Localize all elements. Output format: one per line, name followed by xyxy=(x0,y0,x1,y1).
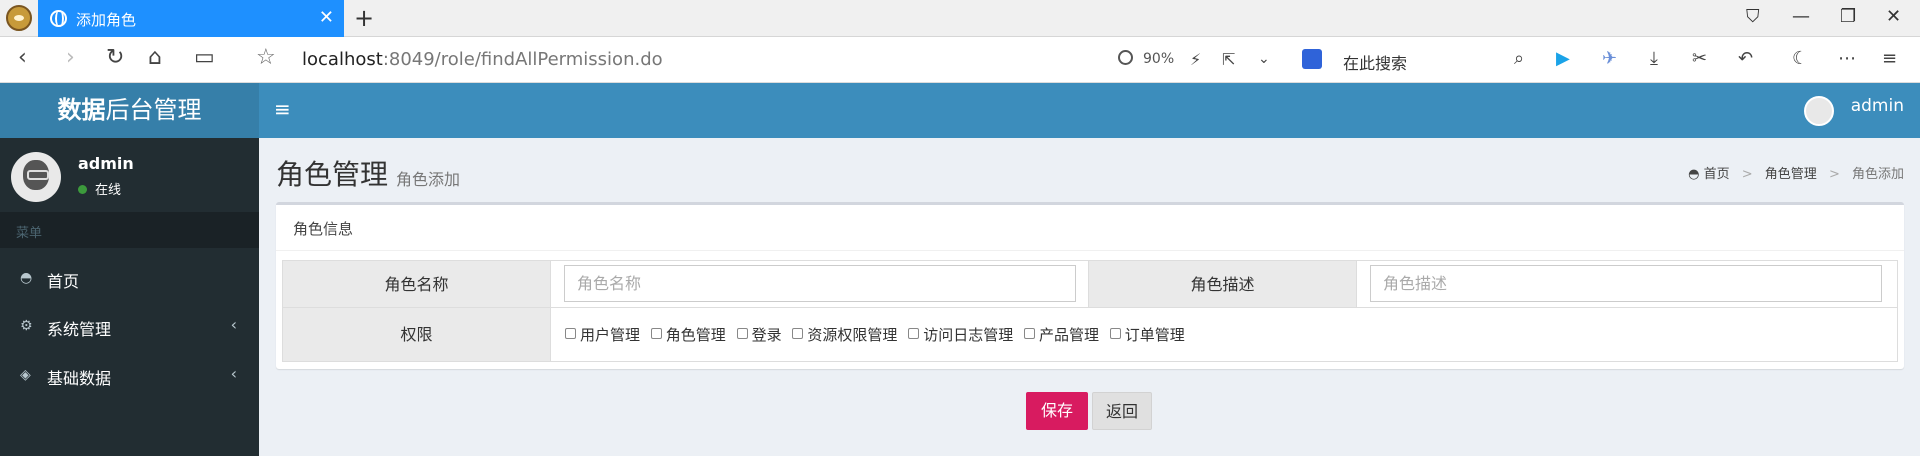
zoom-icon[interactable] xyxy=(1118,50,1133,65)
search-icon[interactable]: ⌕ xyxy=(1514,48,1524,69)
role-desc-input[interactable] xyxy=(1370,265,1882,302)
role-name-label: 角色名称 xyxy=(283,261,551,308)
permission-checkbox[interactable] xyxy=(1023,328,1035,339)
address-bar: ‹ › ↻ ⌂ ▭ ☆ localhost:8049/role/findAllP… xyxy=(0,37,1920,83)
role-form-box: 角色信息 角色名称 角色描述 权限 用户管理 角色管理 登录 资源权限管理 访问… xyxy=(276,202,1904,369)
bird-icon[interactable]: ✈ xyxy=(1602,48,1617,69)
role-name-cell xyxy=(551,261,1089,308)
sidebar: admin 在线 菜单 ◓ 首页 ⚙ 系统管理 ‹ ◈ 基础数据 ‹ xyxy=(0,138,259,456)
permission-checkbox[interactable] xyxy=(792,328,804,339)
video-icon[interactable]: ▶ xyxy=(1556,48,1570,69)
menu-header: 菜单 xyxy=(0,212,259,248)
reader-icon[interactable]: ▭ xyxy=(194,45,215,70)
user-status: 在线 xyxy=(78,179,121,198)
breadcrumb-home[interactable]: 首页 xyxy=(1704,167,1730,182)
permission-checkbox[interactable] xyxy=(736,328,748,339)
sidebar-item-system[interactable]: ⚙ 系统管理 ‹ xyxy=(0,302,259,350)
app-logo[interactable]: 数据后台管理 xyxy=(0,83,259,138)
breadcrumb-current: 角色添加 xyxy=(1851,167,1904,182)
breadcrumb: ◓ 首页 > 角色管理 > 角色添加 xyxy=(1688,167,1904,182)
browser-tab[interactable]: 添加角色 ✕ xyxy=(38,0,344,37)
bolt-icon[interactable]: ⚡ xyxy=(1190,50,1201,69)
cube-icon: ◈ xyxy=(20,367,31,383)
role-name-input[interactable] xyxy=(564,265,1076,302)
permission-checkbox[interactable] xyxy=(908,328,920,339)
app-header: 数据后台管理 ≡ admin xyxy=(0,83,1920,138)
back-icon[interactable]: ‹ xyxy=(18,45,27,70)
dashboard-icon: ◓ xyxy=(1688,167,1704,182)
role-desc-cell xyxy=(1357,261,1897,308)
page-subtitle: 角色添加 xyxy=(396,170,461,189)
user-avatar xyxy=(11,152,61,202)
online-dot-icon xyxy=(78,185,87,194)
home-icon[interactable]: ⌂ xyxy=(148,45,162,70)
avatar[interactable] xyxy=(1804,96,1834,126)
download-icon[interactable]: ⤓ xyxy=(1650,48,1658,69)
browser-search-input[interactable]: 在此搜索 xyxy=(1343,50,1407,74)
role-desc-label: 角色描述 xyxy=(1089,261,1357,308)
permission-checkbox[interactable] xyxy=(565,328,576,339)
forward-icon[interactable]: › xyxy=(66,45,75,70)
chevron-left-icon: ‹ xyxy=(230,364,237,383)
url-field[interactable]: localhost:8049/role/findAllPermission.do xyxy=(302,49,663,70)
menu-icon[interactable]: ≡ xyxy=(1882,48,1897,69)
shirt-icon[interactable]: ⛉ xyxy=(1746,6,1760,27)
form-table: 角色名称 角色描述 权限 用户管理 角色管理 登录 资源权限管理 访问日志管理 … xyxy=(282,260,1898,362)
sidebar-item-home[interactable]: ◓ 首页 xyxy=(0,254,259,302)
permission-checkbox[interactable] xyxy=(650,328,662,339)
save-button[interactable]: 保存 xyxy=(1026,392,1088,430)
star-icon[interactable]: ☆ xyxy=(256,45,276,70)
globe-icon xyxy=(50,10,67,27)
more-icon[interactable]: ⋯ xyxy=(1838,48,1856,69)
page-title: 角色管理 xyxy=(276,158,389,191)
reload-icon[interactable]: ↻ xyxy=(106,45,124,70)
moon-icon[interactable]: ☾ xyxy=(1792,48,1808,69)
header-username[interactable]: admin xyxy=(1851,96,1904,116)
dashboard-icon: ◓ xyxy=(20,270,33,286)
share-icon[interactable]: ⇱ xyxy=(1222,50,1235,69)
permission-checkbox[interactable] xyxy=(1109,328,1121,339)
back-button[interactable]: 返回 xyxy=(1092,392,1152,430)
chevron-left-icon: ‹ xyxy=(230,315,237,334)
browser-tabstrip: 添加角色 ✕ + ⛉ — ❐ ✕ xyxy=(0,0,1920,37)
sidebar-toggle-icon[interactable]: ≡ xyxy=(274,97,291,121)
cogs-icon: ⚙ xyxy=(20,318,33,334)
new-tab-icon[interactable]: + xyxy=(354,4,374,32)
sidebar-username: admin xyxy=(78,154,134,173)
scissors-icon[interactable]: ✂ xyxy=(1692,48,1707,69)
zoom-level: 90% xyxy=(1143,51,1175,67)
close-window-icon[interactable]: ✕ xyxy=(1886,6,1901,27)
content-header: 角色管理 角色添加 ◓ 首页 > 角色管理 > 角色添加 xyxy=(259,138,1920,198)
box-title: 角色信息 xyxy=(293,220,354,238)
restore-icon[interactable]: ❐ xyxy=(1840,6,1856,27)
user-panel: admin 在线 xyxy=(0,138,259,212)
chevron-down-icon[interactable]: ⌄ xyxy=(1258,51,1270,67)
sidebar-item-basedata[interactable]: ◈ 基础数据 ‹ xyxy=(0,351,259,399)
divider xyxy=(276,250,1904,251)
minimize-icon[interactable]: — xyxy=(1792,6,1810,27)
permission-list: 用户管理 角色管理 登录 资源权限管理 访问日志管理 产品管理 订单管理 xyxy=(565,324,1191,345)
permission-cell: 用户管理 角色管理 登录 资源权限管理 访问日志管理 产品管理 订单管理 xyxy=(551,308,1897,361)
browser-logo-icon[interactable] xyxy=(6,5,32,31)
undo-icon[interactable]: ↶ xyxy=(1738,48,1753,69)
tab-title: 添加角色 xyxy=(76,11,137,29)
baidu-paw-icon[interactable] xyxy=(1302,49,1322,69)
permission-label: 权限 xyxy=(283,308,551,361)
tab-close-icon[interactable]: ✕ xyxy=(319,7,334,28)
breadcrumb-role[interactable]: 角色管理 xyxy=(1765,167,1817,182)
